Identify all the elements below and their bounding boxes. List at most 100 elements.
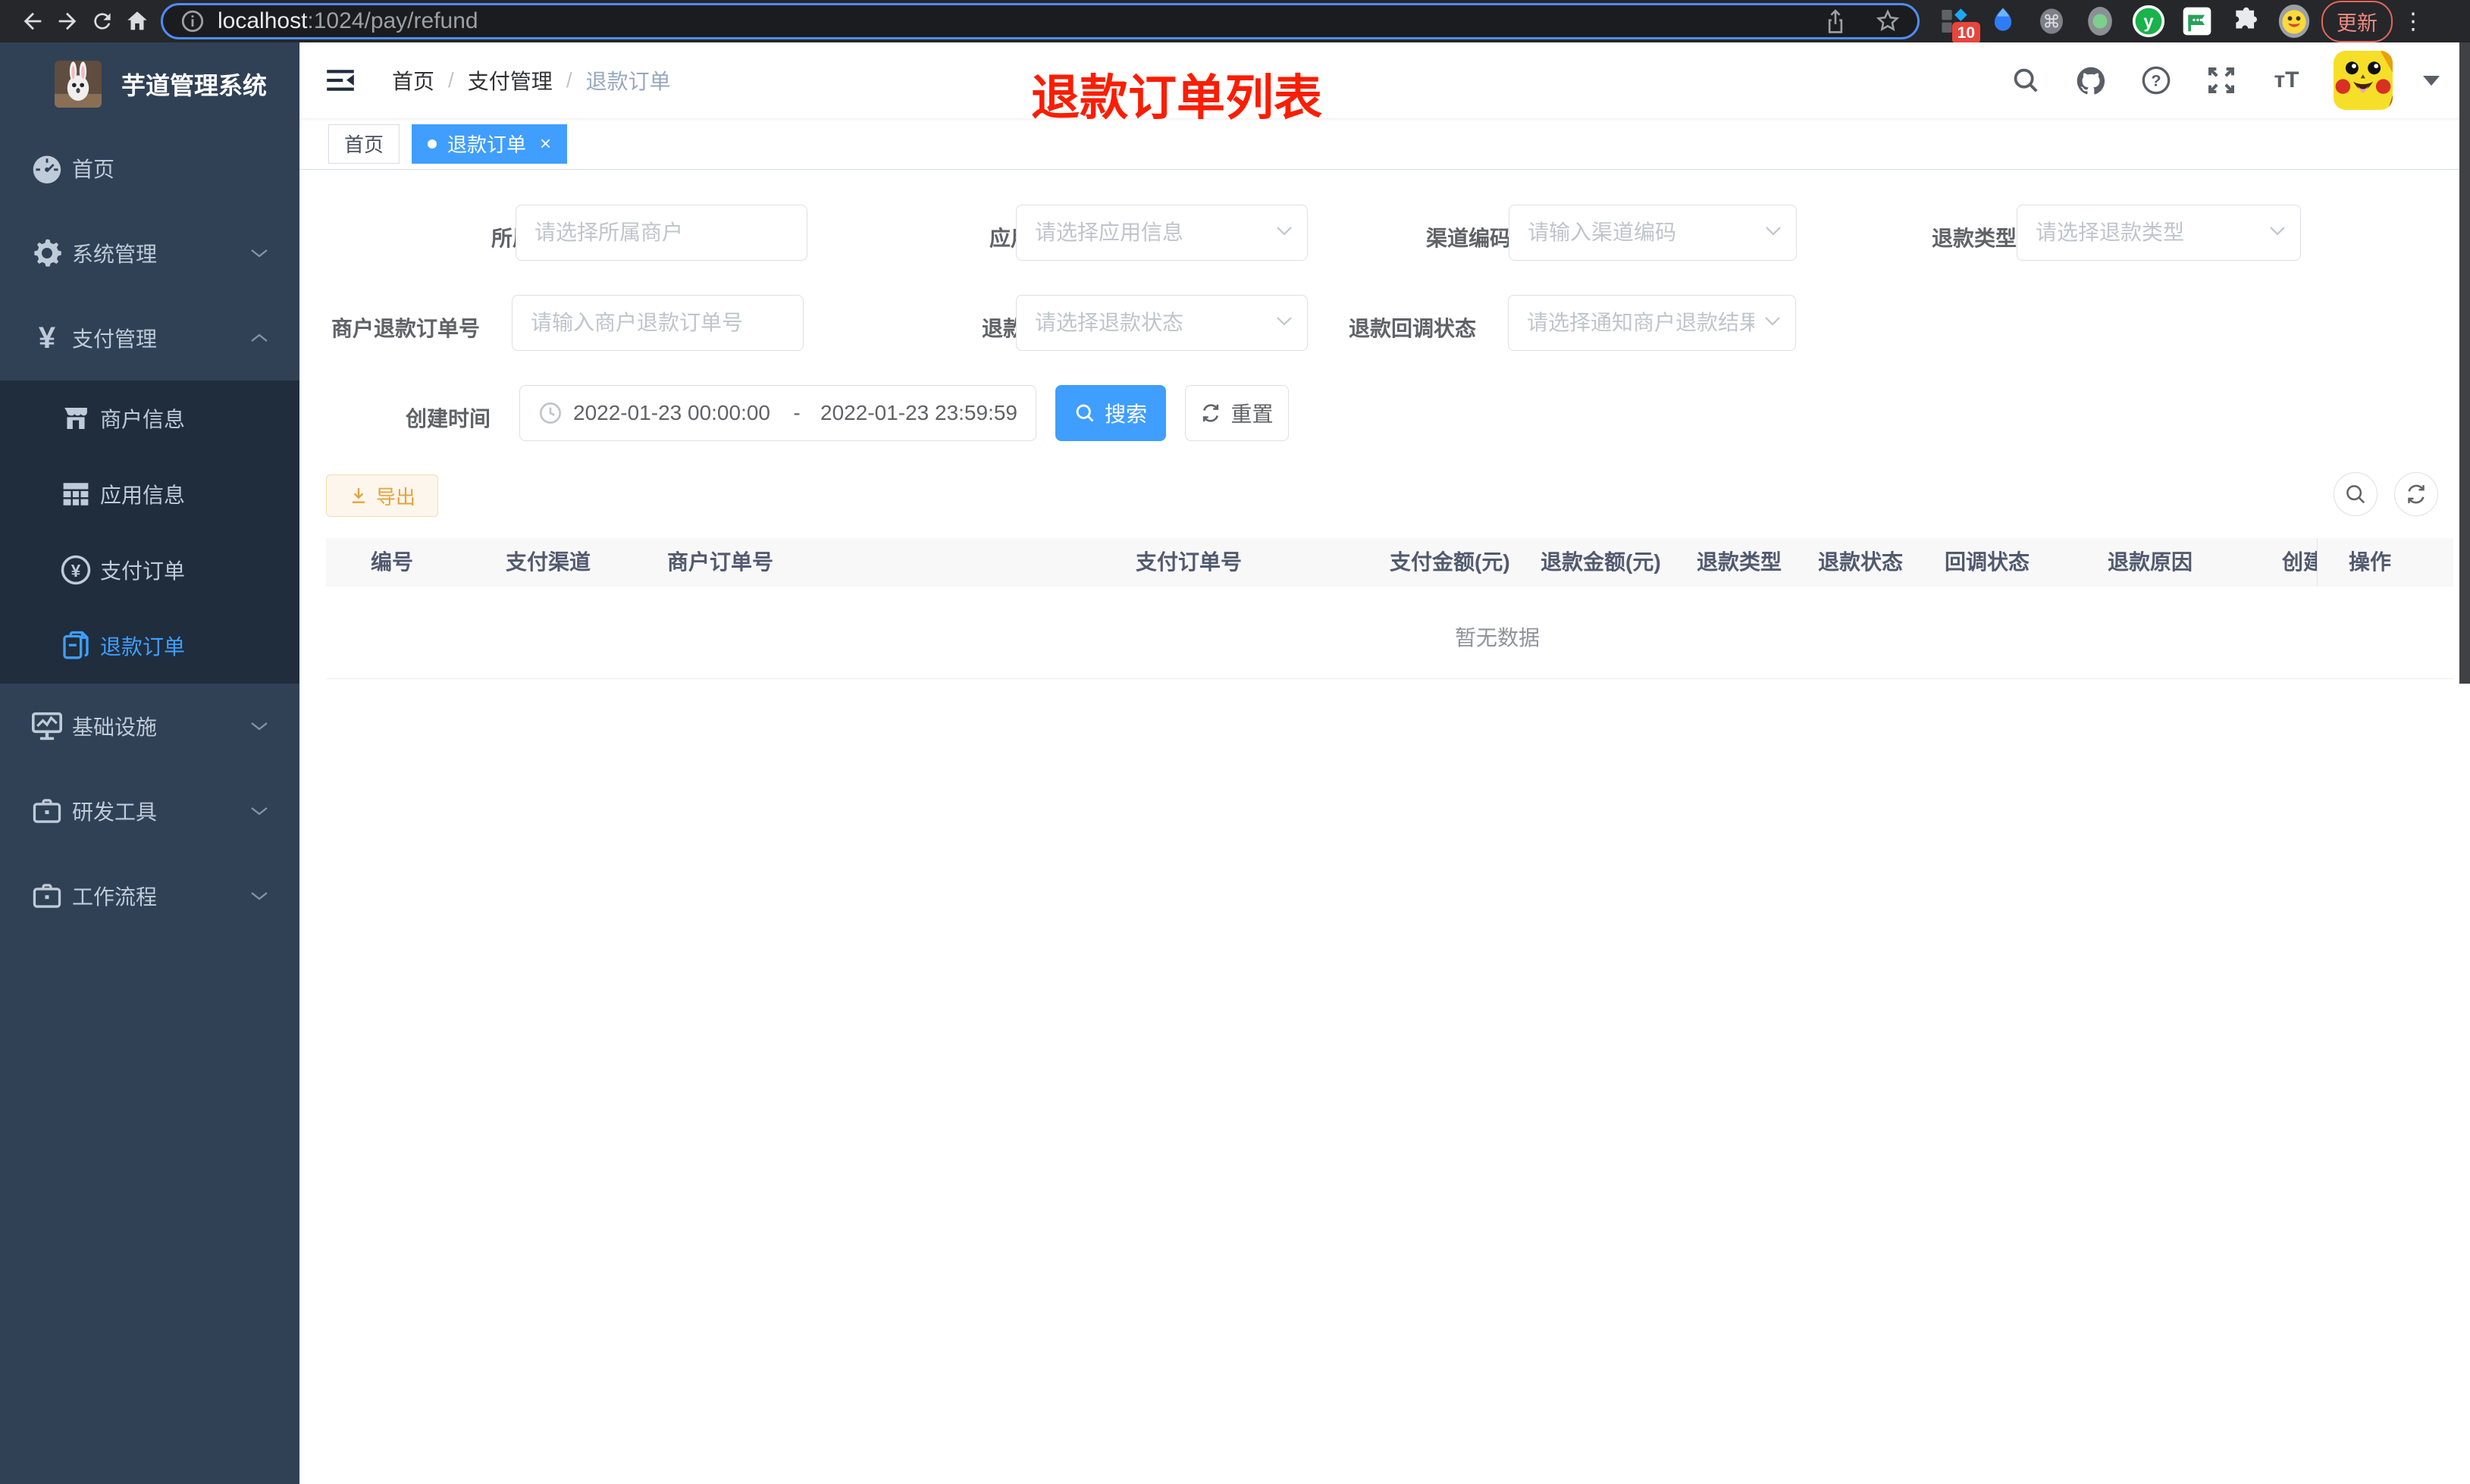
chevron-down-icon — [249, 805, 269, 817]
column-header: 退款金额(元) — [1541, 550, 1661, 574]
chevron-down-icon — [249, 247, 269, 259]
extension-badge: 10 — [1951, 22, 1980, 44]
browser-extensions: 10 ⌘ y — [1938, 5, 2311, 44]
browser-home-button[interactable] — [120, 4, 155, 39]
sidebar: 芋道管理系统 首页 系统管理 ¥ 支付管理 商户信息 应用信息 ¥ 支付订单 退… — [0, 42, 299, 1484]
help-icon[interactable]: ? — [2138, 62, 2174, 99]
sidebar-item-home[interactable]: 首页 — [0, 126, 299, 211]
bookmark-star-icon[interactable] — [1875, 8, 1901, 34]
search-button[interactable]: 搜索 — [1055, 385, 1166, 441]
yen-circle-icon: ¥ — [56, 554, 96, 586]
tag-home[interactable]: 首页 — [328, 124, 400, 164]
tab-manager-extension-icon[interactable]: 10 — [1938, 5, 1980, 44]
command-extension-icon[interactable]: ⌘ — [2035, 5, 2068, 38]
page-content: 所属商户 应用编号 渠道编码 退款类型 — [299, 170, 2470, 1484]
column-header: 编号 — [371, 550, 414, 574]
address-bar[interactable]: localhost:1024/pay/refund — [161, 3, 1920, 39]
url-text: localhost:1024/pay/refund — [218, 8, 478, 33]
refund-status-select[interactable] — [1016, 295, 1308, 351]
browser-toolbar: localhost:1024/pay/refund 10 ⌘ y 更新 ⋮ — [0, 0, 2470, 44]
page-scrollbar[interactable] — [2459, 42, 2470, 684]
breadcrumb-home[interactable]: 首页 — [392, 65, 434, 95]
callback-status-select[interactable] — [1508, 295, 1796, 351]
column-header: 支付金额(元) — [1390, 550, 1510, 574]
breadcrumb-payment[interactable]: 支付管理 — [468, 65, 553, 95]
column-header: 支付渠道 — [506, 550, 591, 574]
sidebar-item-payment[interactable]: ¥ 支付管理 — [0, 296, 299, 380]
merchant-refund-no-input[interactable] — [512, 295, 804, 351]
extensions-puzzle-icon[interactable] — [2229, 5, 2262, 38]
toggle-search-button[interactable] — [2334, 472, 2378, 516]
column-header: 商户订单号 — [667, 550, 774, 574]
sidebar-item-merchant-info[interactable]: 商户信息 — [0, 380, 299, 456]
chevron-down-icon — [1275, 225, 1293, 237]
tag-close-icon[interactable]: × — [540, 132, 551, 155]
smiley-extension-icon[interactable] — [2277, 5, 2311, 38]
font-size-icon[interactable]: ᴛT — [2268, 62, 2305, 99]
table-header: 编号 支付渠道 商户订单号 支付订单号 支付金额(元) 退款金额(元) 退款类型… — [326, 538, 2453, 679]
column-header: 退款类型 — [1697, 550, 1782, 574]
app-logo-row[interactable]: 芋道管理系统 — [0, 42, 299, 126]
header-search-icon[interactable] — [2008, 62, 2044, 99]
browser-forward-button[interactable] — [50, 4, 85, 39]
site-info-icon[interactable] — [180, 8, 205, 34]
create-time-range-picker[interactable]: 2022-01-23 00:00:00 - 2022-01-23 23:59:5… — [519, 385, 1036, 441]
briefcase-icon — [27, 797, 67, 825]
payment-submenu: 商户信息 应用信息 ¥ 支付订单 退款订单 — [0, 380, 299, 684]
sidebar-item-refund-order[interactable]: 退款订单 — [0, 608, 299, 684]
sidebar-item-system[interactable]: 系统管理 — [0, 211, 299, 296]
share-icon[interactable] — [1823, 8, 1848, 34]
filter-label-create-time: 创建时间 — [406, 407, 491, 430]
page-title-annotation: 退款订单列表 — [1031, 70, 1322, 125]
chevron-down-icon — [1764, 225, 1782, 237]
user-avatar[interactable] — [2334, 51, 2393, 110]
top-navbar: 首页 / 支付管理 / 退款订单 ? ᴛT — [299, 42, 2470, 118]
filter-label-merchant-refund-no: 商户退款订单号 — [331, 317, 481, 340]
github-icon[interactable] — [2073, 62, 2109, 99]
clock-icon — [538, 401, 563, 425]
svg-text:y: y — [2143, 11, 2154, 32]
column-header: 回调状态 — [1945, 550, 2030, 574]
svg-text:⌘: ⌘ — [2042, 11, 2060, 32]
chat-extension-icon[interactable] — [2180, 5, 2214, 38]
browser-menu-icon[interactable]: ⋮ — [2402, 8, 2425, 35]
gem-extension-icon[interactable] — [1986, 5, 2020, 38]
end-date-value[interactable]: 2022-01-23 23:59:59 — [820, 401, 1020, 425]
browser-update-button[interactable]: 更新 — [2321, 0, 2393, 42]
svg-text:?: ? — [2151, 71, 2161, 90]
sidebar-item-app-info[interactable]: 应用信息 — [0, 456, 299, 532]
tags-view-bar: 首页 退款订单 × — [299, 118, 2470, 170]
start-date-value[interactable]: 2022-01-23 00:00:00 — [573, 401, 773, 425]
export-button[interactable]: 导出 — [326, 474, 438, 517]
y-extension-icon[interactable]: y — [2132, 5, 2165, 38]
filter-label-callback-status: 退款回调状态 — [1349, 317, 1477, 340]
app-no-select[interactable] — [1016, 205, 1308, 261]
browser-reload-button[interactable] — [85, 4, 120, 39]
filter-label-refund-type: 退款类型 — [1932, 227, 2017, 250]
briefcase-icon — [27, 881, 67, 910]
green-dot-extension-icon[interactable] — [2083, 5, 2117, 38]
column-header: 创建时间 — [2282, 550, 2317, 574]
reset-button[interactable]: 重置 — [1185, 385, 1289, 441]
fullscreen-icon[interactable] — [2203, 62, 2240, 99]
sidebar-item-dev-tools[interactable]: 研发工具 — [0, 769, 299, 853]
merchant-select[interactable] — [516, 205, 807, 261]
sidebar-item-workflow[interactable]: 工作流程 — [0, 853, 299, 938]
channel-code-select[interactable] — [1509, 205, 1797, 261]
refresh-button[interactable] — [2394, 472, 2438, 516]
avatar-caret-icon[interactable] — [2423, 75, 2440, 86]
tag-active-dot — [428, 139, 437, 149]
sidebar-collapse-icon[interactable] — [322, 62, 359, 99]
filter-label-channel-code: 渠道编码 — [1426, 227, 1512, 250]
sidebar-item-infrastructure[interactable]: 基础设施 — [0, 684, 299, 769]
browser-back-button[interactable] — [15, 4, 50, 39]
column-header: 操作 — [2349, 550, 2392, 574]
dashboard-icon — [27, 153, 67, 183]
sidebar-item-pay-order[interactable]: ¥ 支付订单 — [0, 532, 299, 608]
tag-refund-order[interactable]: 退款订单 × — [412, 124, 568, 164]
table-empty-area: 暂无数据 — [326, 587, 2453, 679]
column-header: 退款原因 — [2108, 550, 2193, 574]
refund-type-select[interactable] — [2017, 205, 2301, 261]
column-header: 支付订单号 — [1136, 550, 1243, 574]
column-header: 退款状态 — [1818, 550, 1904, 574]
